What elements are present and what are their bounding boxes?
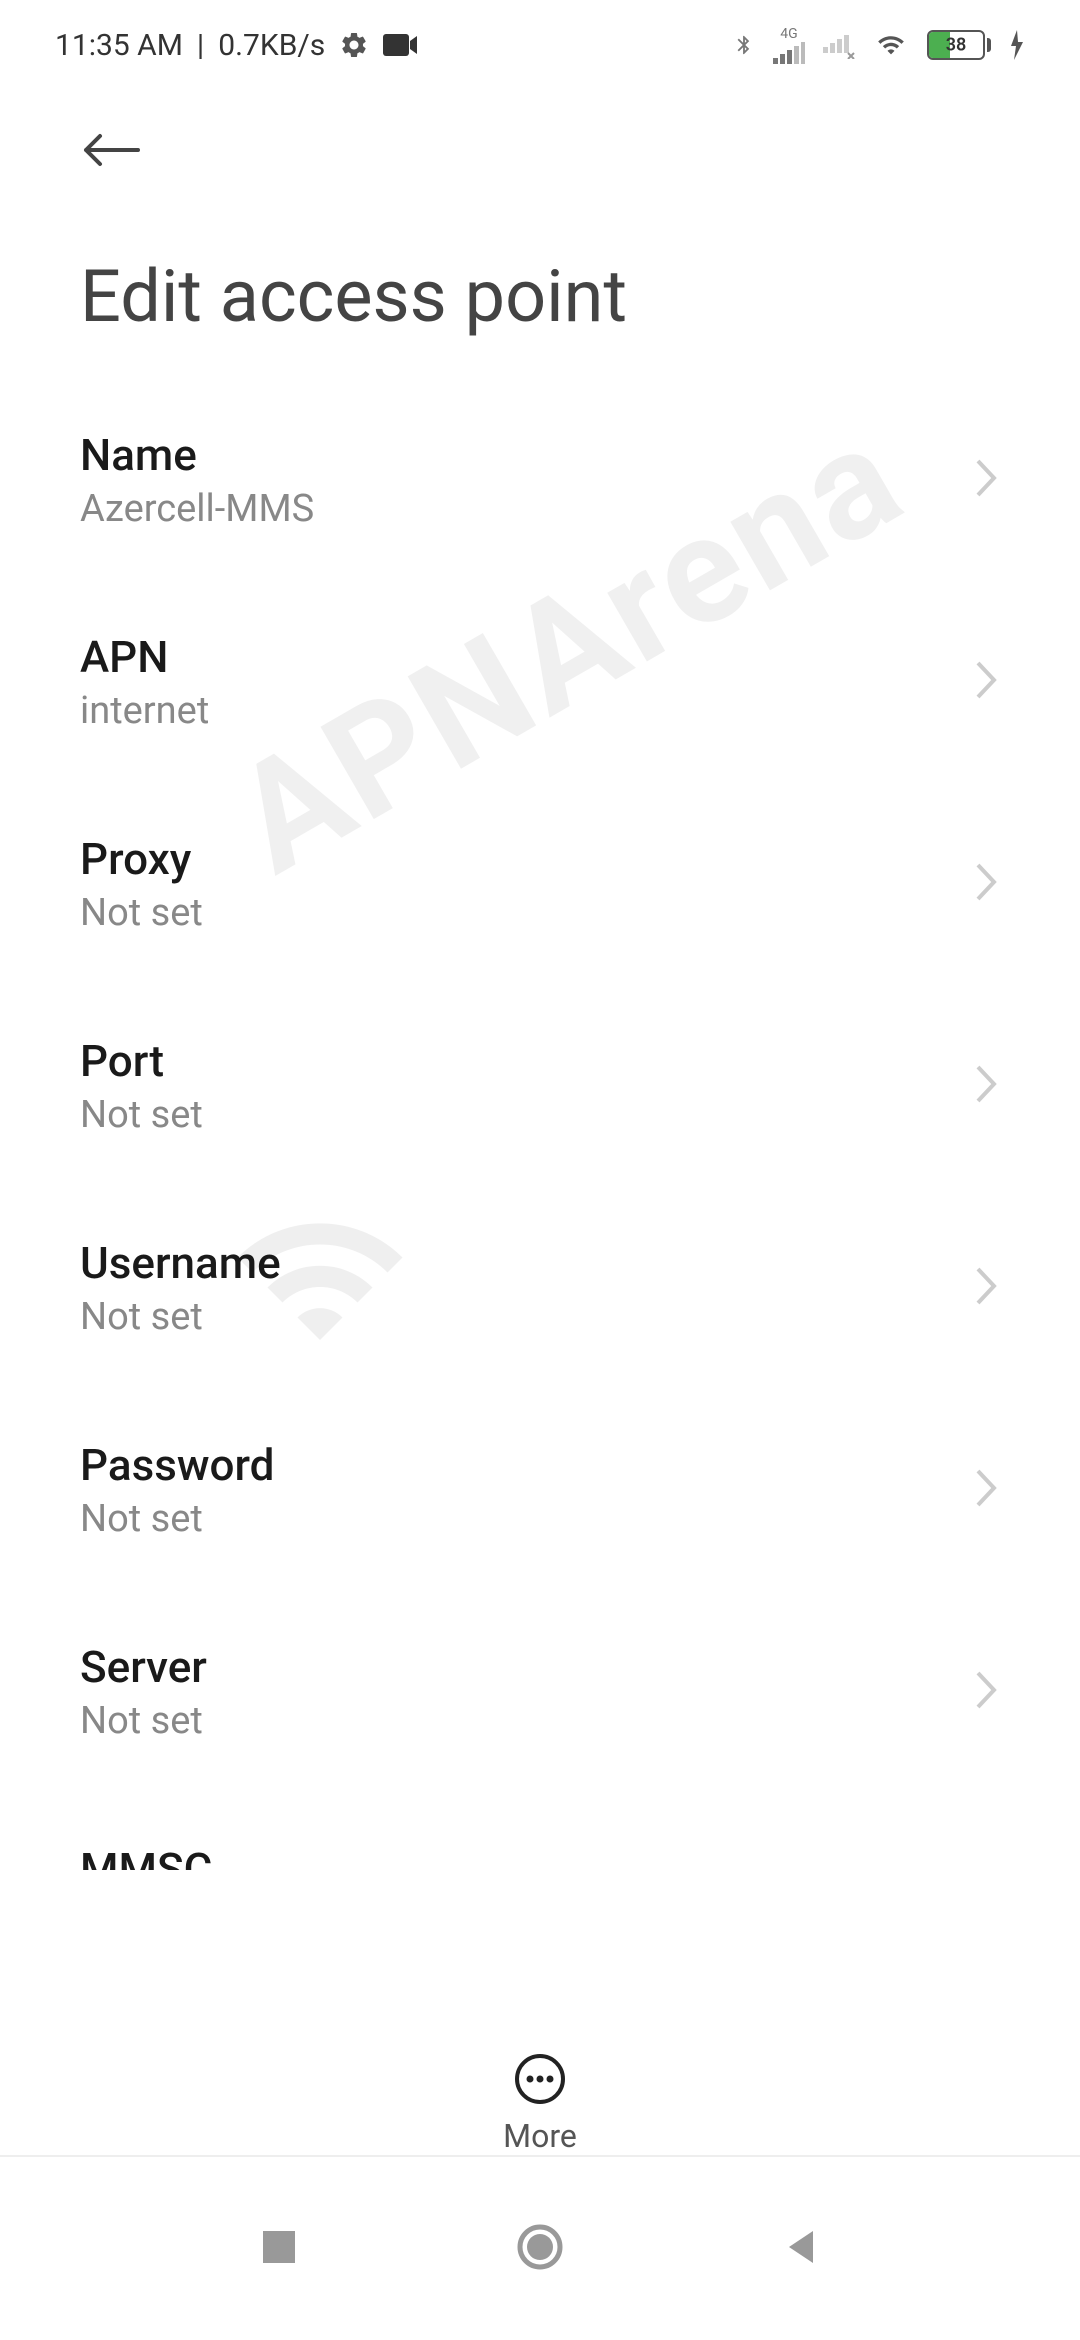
charging-icon — [1009, 30, 1025, 60]
page-title: Edit access point — [0, 194, 1080, 379]
setting-name[interactable]: Name Azercell-MMS — [80, 379, 1080, 581]
setting-value: Not set — [80, 891, 974, 935]
setting-title: APN — [80, 631, 974, 683]
more-button[interactable]: More — [503, 2053, 577, 2155]
nav-back-button[interactable] — [781, 2227, 821, 2271]
bottom-actions: More — [0, 2033, 1080, 2155]
more-icon — [514, 2053, 566, 2105]
chevron-right-icon — [974, 1467, 1000, 1513]
status-right: 4G 38 — [733, 26, 1025, 64]
setting-value: Not set — [80, 1093, 974, 1137]
gear-icon — [339, 30, 369, 60]
setting-value: Azercell-MMS — [80, 487, 974, 531]
chevron-right-icon — [974, 1265, 1000, 1311]
status-data-rate: 0.7KB/s — [218, 28, 325, 63]
chevron-right-icon — [974, 1669, 1000, 1715]
signal-no-sim-icon — [823, 31, 855, 59]
battery-icon: 38 — [927, 30, 991, 60]
nav-bar — [0, 2155, 1080, 2340]
more-label: More — [503, 2117, 577, 2155]
settings-list: Name Azercell-MMS APN internet Proxy Not… — [0, 379, 1080, 1870]
setting-value: internet — [80, 689, 974, 733]
setting-title: Username — [80, 1237, 974, 1289]
back-button[interactable] — [80, 130, 144, 170]
setting-title: Proxy — [80, 833, 974, 885]
status-separator: | — [197, 28, 204, 63]
chevron-right-icon — [974, 1063, 1000, 1109]
signal-4g-icon: 4G — [773, 26, 805, 64]
setting-title: Server — [80, 1641, 974, 1693]
header — [0, 90, 1080, 194]
setting-value: Not set — [80, 1497, 974, 1541]
status-bar: 11:35 AM | 0.7KB/s 4G — [0, 0, 1080, 90]
nav-home-button[interactable] — [516, 2223, 564, 2275]
status-time: 11:35 AM — [55, 28, 183, 63]
setting-username[interactable]: Username Not set — [80, 1187, 1080, 1389]
setting-apn[interactable]: APN internet — [80, 581, 1080, 783]
setting-value: Not set — [80, 1295, 974, 1339]
setting-value: Not set — [80, 1699, 974, 1743]
camera-icon — [383, 32, 419, 58]
chevron-right-icon — [974, 861, 1000, 907]
setting-title: Name — [80, 429, 974, 481]
nav-recent-button[interactable] — [259, 2227, 299, 2271]
bluetooth-icon — [733, 28, 755, 62]
setting-port[interactable]: Port Not set — [80, 985, 1080, 1187]
chevron-right-icon — [974, 659, 1000, 705]
setting-mmsc[interactable]: MMSC http://10.16.18.4:38090/was — [80, 1793, 1080, 1870]
chevron-right-icon — [974, 457, 1000, 503]
setting-password[interactable]: Password Not set — [80, 1389, 1080, 1591]
setting-title: Port — [80, 1035, 974, 1087]
setting-title: Password — [80, 1439, 974, 1491]
setting-proxy[interactable]: Proxy Not set — [80, 783, 1080, 985]
setting-title: MMSC — [80, 1843, 974, 1870]
status-left: 11:35 AM | 0.7KB/s — [55, 28, 419, 63]
wifi-icon — [873, 31, 909, 59]
setting-server[interactable]: Server Not set — [80, 1591, 1080, 1793]
